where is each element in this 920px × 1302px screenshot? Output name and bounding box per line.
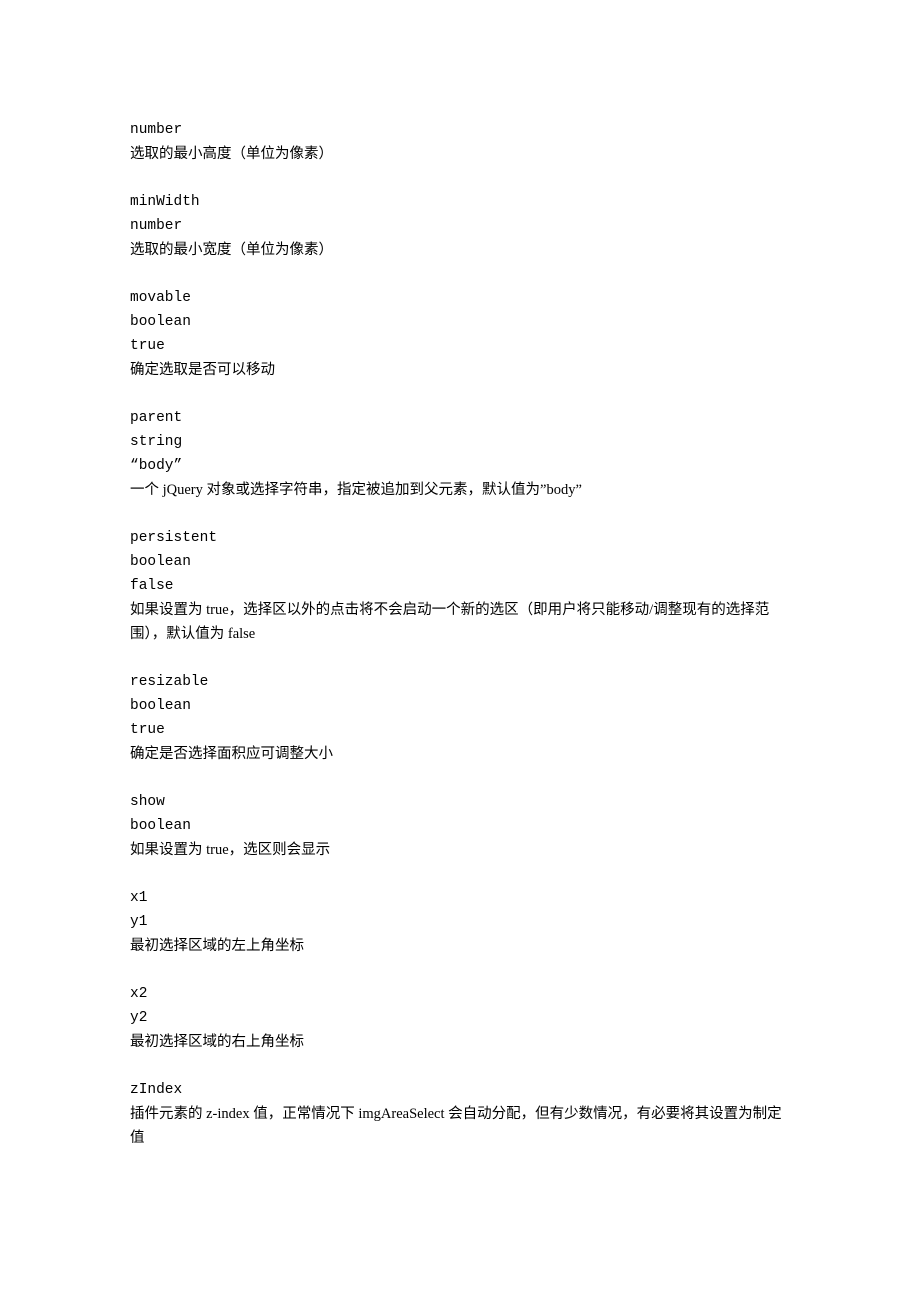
- option-default: “body”: [130, 454, 790, 478]
- option-name: persistent: [130, 526, 790, 550]
- option-name: movable: [130, 286, 790, 310]
- option-entry: parentstring“body”一个 jQuery 对象或选择字符串，指定被…: [130, 406, 790, 502]
- option-type: boolean: [130, 310, 790, 334]
- option-default: true: [130, 334, 790, 358]
- option-name: x2: [130, 982, 790, 1006]
- option-entry: minWidthnumber选取的最小宽度（单位为像素）: [130, 190, 790, 262]
- option-entry: x1y1最初选择区域的左上角坐标: [130, 886, 790, 958]
- option-type: number: [130, 214, 790, 238]
- option-type: boolean: [130, 550, 790, 574]
- option-description: 插件元素的 z-index 值，正常情况下 imgAreaSelect 会自动分…: [130, 1102, 790, 1150]
- document-body: number选取的最小高度（单位为像素）minWidthnumber选取的最小宽…: [130, 118, 790, 1150]
- option-entry: x2y2最初选择区域的右上角坐标: [130, 982, 790, 1054]
- option-description: 最初选择区域的右上角坐标: [130, 1030, 790, 1054]
- option-description: 选取的最小宽度（单位为像素）: [130, 238, 790, 262]
- option-name: zIndex: [130, 1078, 790, 1102]
- option-description: 确定是否选择面积应可调整大小: [130, 742, 790, 766]
- option-name: resizable: [130, 670, 790, 694]
- option-default: false: [130, 574, 790, 598]
- option-type: string: [130, 430, 790, 454]
- option-entry: number选取的最小高度（单位为像素）: [130, 118, 790, 166]
- option-type: y2: [130, 1006, 790, 1030]
- option-name: minWidth: [130, 190, 790, 214]
- option-type: boolean: [130, 694, 790, 718]
- option-name: number: [130, 118, 790, 142]
- option-entry: persistentbooleanfalse如果设置为 true，选择区以外的点…: [130, 526, 790, 646]
- option-type: boolean: [130, 814, 790, 838]
- option-description: 确定选取是否可以移动: [130, 358, 790, 382]
- option-description: 选取的最小高度（单位为像素）: [130, 142, 790, 166]
- option-entry: resizablebooleantrue确定是否选择面积应可调整大小: [130, 670, 790, 766]
- option-description: 一个 jQuery 对象或选择字符串，指定被追加到父元素，默认值为”body”: [130, 478, 790, 502]
- option-description: 最初选择区域的左上角坐标: [130, 934, 790, 958]
- option-entry: movablebooleantrue确定选取是否可以移动: [130, 286, 790, 382]
- option-default: true: [130, 718, 790, 742]
- option-entry: showboolean如果设置为 true，选区则会显示: [130, 790, 790, 862]
- option-description: 如果设置为 true，选择区以外的点击将不会启动一个新的选区（即用户将只能移动/…: [130, 598, 790, 646]
- option-entry: zIndex插件元素的 z-index 值，正常情况下 imgAreaSelec…: [130, 1078, 790, 1150]
- option-name: parent: [130, 406, 790, 430]
- option-description: 如果设置为 true，选区则会显示: [130, 838, 790, 862]
- option-type: y1: [130, 910, 790, 934]
- option-name: show: [130, 790, 790, 814]
- option-name: x1: [130, 886, 790, 910]
